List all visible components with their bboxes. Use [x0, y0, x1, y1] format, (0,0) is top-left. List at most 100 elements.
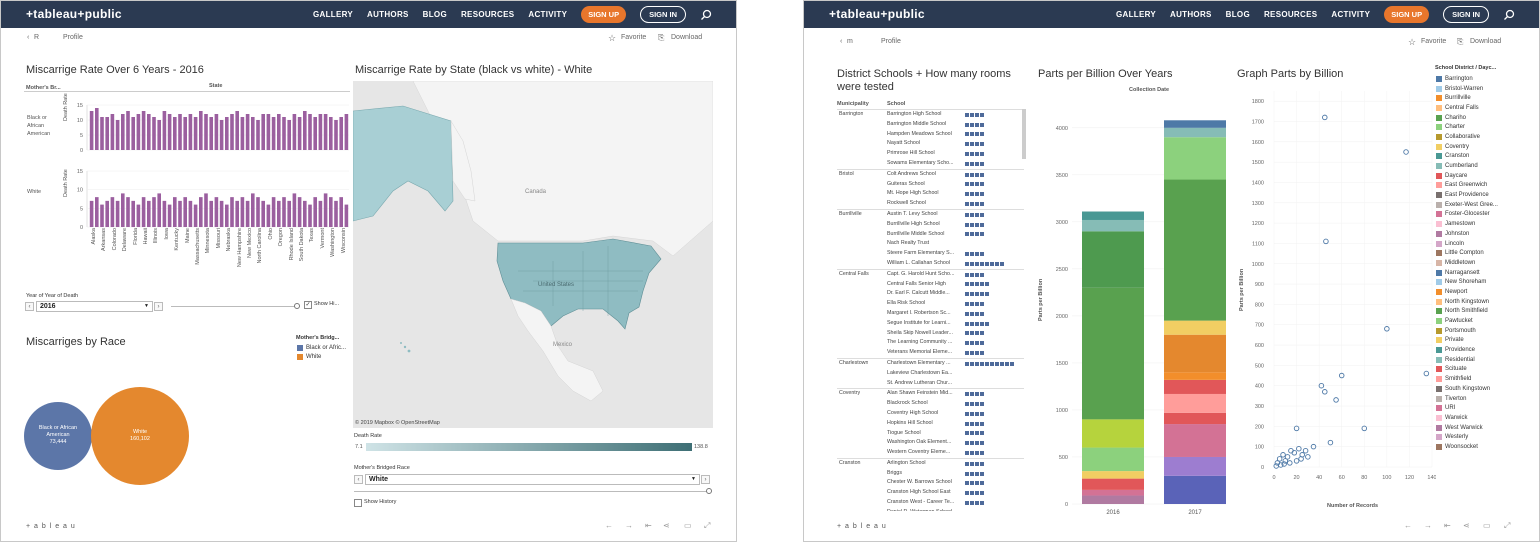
ppb-bar-segment[interactable]	[1164, 424, 1226, 457]
table-row[interactable]: Ella Risk School	[887, 299, 1024, 309]
district-legend-item[interactable]: Daycare	[1436, 171, 1536, 181]
district-legend-item[interactable]: Westerly	[1436, 432, 1536, 442]
white-rate-bar[interactable]	[209, 200, 213, 227]
nav-gallery[interactable]: GALLERY	[1116, 10, 1156, 19]
favorite-button[interactable]: Favorite	[621, 34, 646, 41]
scatter-point[interactable]	[1296, 445, 1302, 452]
district-legend-item[interactable]: Lincoln	[1436, 239, 1536, 249]
favorite-button[interactable]: Favorite	[1421, 38, 1446, 45]
scatter-point[interactable]	[1305, 454, 1311, 460]
redo-icon[interactable]: →	[625, 521, 633, 530]
scatter-point[interactable]	[1327, 439, 1334, 446]
ppb-bar-segment[interactable]	[1164, 393, 1226, 413]
white-rate-bar[interactable]	[266, 204, 271, 227]
sign-in-button[interactable]: SIGN IN	[1443, 6, 1489, 23]
ppb-bar-segment[interactable]	[1082, 211, 1144, 220]
black-rate-bar[interactable]	[131, 117, 135, 150]
table-row[interactable]: Briggs	[887, 469, 1024, 479]
white-rate-bar[interactable]	[297, 197, 302, 227]
white-rate-bar[interactable]	[261, 200, 265, 227]
nav-gallery[interactable]: GALLERY	[313, 10, 353, 19]
ppb-bar-segment[interactable]	[1164, 412, 1226, 425]
white-rate-bar[interactable]	[126, 197, 130, 227]
legend-item-black[interactable]: Black or Afric...	[297, 343, 346, 352]
table-row[interactable]: Cranston High School East	[887, 488, 1024, 498]
white-rate-bar[interactable]	[188, 200, 193, 227]
white-rate-bar[interactable]	[303, 200, 307, 227]
district-legend-item[interactable]: Johnston	[1436, 229, 1536, 239]
white-rate-bar[interactable]	[235, 200, 239, 227]
white-rate-bar[interactable]	[308, 204, 312, 227]
district-legend-item[interactable]: Central Falls	[1436, 103, 1536, 113]
black-rate-bar[interactable]	[193, 117, 198, 150]
prev-race-button[interactable]: ‹	[354, 475, 363, 484]
revert-icon[interactable]: ⇤	[645, 521, 652, 530]
table-row[interactable]: Veterans Memorial Eleme...	[887, 348, 1024, 358]
search-icon[interactable]	[700, 9, 712, 21]
back-chevron-icon[interactable]: ‹	[840, 38, 842, 45]
race-slider-track[interactable]	[354, 491, 709, 492]
district-legend-item[interactable]: Residential	[1436, 355, 1536, 365]
district-legend-item[interactable]: Jamestown	[1436, 219, 1536, 229]
table-row[interactable]: Western Coventry Eleme...	[887, 448, 1024, 458]
district-legend-item[interactable]: URI	[1436, 403, 1536, 413]
ppb-bar-segment[interactable]	[1164, 127, 1226, 138]
district-legend-item[interactable]: East Greenwich	[1436, 181, 1536, 191]
white-rate-bar[interactable]	[318, 200, 323, 227]
black-rate-bar[interactable]	[308, 114, 312, 150]
white-rate-bar[interactable]	[219, 200, 224, 227]
fullscreen-icon[interactable]: ⤢	[704, 521, 710, 531]
table-row[interactable]: Barrington High School	[887, 110, 1024, 120]
black-rate-bar[interactable]	[245, 114, 250, 150]
comment-icon[interactable]: ▭	[684, 521, 692, 530]
table-row[interactable]: Margaret I. Robertson Sc...	[887, 309, 1024, 319]
black-rate-bar[interactable]	[126, 111, 130, 150]
nav-blog[interactable]: BLOG	[1226, 10, 1250, 19]
black-rate-bar[interactable]	[261, 114, 265, 150]
white-rate-bar[interactable]	[334, 200, 338, 227]
year-slider-handle[interactable]	[294, 303, 300, 309]
black-rate-bar[interactable]	[214, 114, 219, 150]
black-rate-bar[interactable]	[95, 108, 99, 150]
table-row[interactable]: Chester W. Barrows School	[887, 478, 1024, 488]
legend-item-white[interactable]: White	[297, 352, 346, 361]
table-row[interactable]: Burrillville High School	[887, 220, 1024, 230]
white-rate-bar[interactable]	[292, 193, 297, 227]
black-rate-bar[interactable]	[100, 117, 104, 150]
white-rate-bar[interactable]	[256, 197, 260, 227]
district-legend-item[interactable]: Barrington	[1436, 74, 1536, 84]
white-rate-bar[interactable]	[282, 197, 286, 227]
table-row[interactable]: Lakeview Charlestown Ea...	[887, 369, 1024, 379]
district-legend-item[interactable]: Woonsocket	[1436, 442, 1536, 452]
black-rate-bar[interactable]	[318, 114, 323, 150]
nav-activity[interactable]: ACTIVITY	[1331, 10, 1370, 19]
district-legend-item[interactable]: Middletown	[1436, 258, 1536, 268]
black-rate-bar[interactable]	[178, 114, 182, 150]
scatter-point[interactable]	[1273, 463, 1280, 469]
district-legend-item[interactable]: Chariho	[1436, 113, 1536, 123]
table-row[interactable]: Nach Realty Trust	[887, 239, 1024, 249]
table-row[interactable]: Cranston West - Career Te...	[887, 498, 1024, 508]
table-row[interactable]: Hopkins Hill School	[887, 419, 1024, 429]
white-rate-bar[interactable]	[329, 197, 333, 227]
district-legend-item[interactable]: Exeter-West Gree...	[1436, 200, 1536, 210]
table-row[interactable]: William L. Callahan School	[887, 259, 1024, 269]
black-rate-bar[interactable]	[115, 120, 120, 150]
black-rate-bar[interactable]	[225, 117, 229, 150]
ppb-bar-segment[interactable]	[1164, 120, 1226, 128]
nav-authors[interactable]: AUTHORS	[1170, 10, 1212, 19]
undo-icon[interactable]: ←	[605, 521, 613, 530]
black-rate-bar[interactable]	[266, 114, 271, 150]
black-rate-bar[interactable]	[188, 114, 193, 150]
scatter-point[interactable]	[1403, 149, 1409, 155]
scatter-point[interactable]	[1323, 238, 1329, 245]
black-rate-bar[interactable]	[344, 114, 349, 150]
district-legend-item[interactable]: Collaborative	[1436, 132, 1536, 142]
table-row[interactable]: St. Andrew Lutheran Chur...	[887, 379, 1024, 389]
white-rate-bar[interactable]	[152, 197, 156, 227]
white-rate-bar[interactable]	[214, 197, 219, 227]
tableau-public-logo[interactable]: +tableau+public	[26, 7, 122, 21]
black-rate-bar[interactable]	[334, 120, 338, 150]
table-row[interactable]: Daniel D. Waterman School	[887, 508, 1024, 511]
district-legend-item[interactable]: West Warwick	[1436, 423, 1536, 433]
